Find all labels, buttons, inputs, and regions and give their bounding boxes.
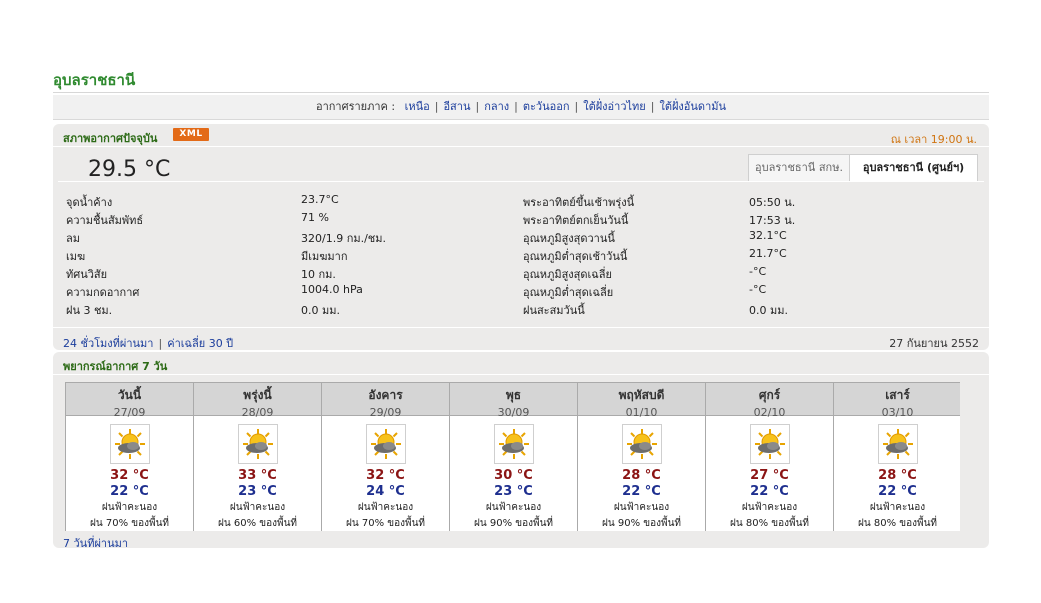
forecast-rain-chance: ฝน 80% ของพื้นที่ [729, 518, 810, 529]
current-weather-details: จุดน้ำค้าง 23.7°C พระอาทิตย์ขึ้นเช้าพรุ่… [66, 193, 966, 319]
forecast-header: พยากรณ์อากาศ 7 วัน [53, 352, 989, 375]
forecast-day-name: พฤหัสบดี [618, 388, 665, 402]
region-link-central[interactable]: กลาง [484, 100, 509, 113]
region-link-northeast[interactable]: อีสาน [443, 100, 470, 113]
forecast-day-date: 01/10 [625, 406, 658, 419]
forecast-low-temp: 22 °C [878, 484, 917, 499]
detail-row: ทัศนวิสัย 10 กม. อุณหภูมิสูงสุดเฉลี่ย -°… [66, 265, 767, 281]
forecast-low-temp: 24 °C [366, 484, 405, 499]
current-weather-panel: สภาพอากาศปัจจุบัน XML ณ เวลา 19:00 น. 29… [53, 124, 989, 350]
forecast-day-header: วันนี้ 27/09 [66, 383, 193, 419]
forecast-day-date: 28/09 [241, 406, 274, 419]
current-weather-title: สภาพอากาศปัจจุบัน [63, 132, 158, 145]
title-divider [53, 92, 989, 93]
forecast-condition: ฝนฟ้าคะนอง [229, 502, 286, 513]
observation-time: ณ เวลา 19:00 น. [890, 133, 977, 146]
forecast-high-temp: 28 °C [622, 468, 661, 483]
forecast-rain-chance: ฝน 60% ของพื้นที่ [217, 518, 298, 529]
forecast-day: พรุ่งนี้ 28/09 33 °C 23 °C ฝนฟ้าคะนองฝน 60% … [194, 383, 322, 531]
detail-row: ความชื้นสัมพัทธ์ 71 % พระอาทิตย์ตกเย็นวั… [66, 211, 796, 227]
region-nav-label: อากาศรายภาค : [315, 100, 396, 113]
sun-cloud-storm-icon [237, 424, 278, 464]
forecast-day-header: พรุ่งนี้ 28/09 [194, 383, 321, 419]
forecast-rain-chance: ฝน 90% ของพื้นที่ [473, 518, 554, 529]
forecast-low-temp: 23 °C [494, 484, 533, 499]
forecast-day-header: พุธ 30/09 [450, 383, 577, 419]
forecast-high-temp: 27 °C [750, 468, 789, 483]
sun-cloud-storm-icon [493, 424, 534, 464]
forecast-condition: ฝนฟ้าคะนอง [741, 502, 798, 513]
forecast-condition: ฝนฟ้าคะนอง [357, 502, 414, 513]
forecast-day-header: อังคาร 29/09 [322, 383, 449, 419]
xml-feed-button[interactable]: XML [173, 128, 209, 141]
forecast-table: วันนี้ 27/09 32 °C 22 °C ฝนฟ้าคะนอง ฝน 70% ขอ… [65, 382, 960, 531]
detail-row: จุดน้ำค้าง 23.7°C พระอาทิตย์ขึ้นเช้าพรุ่… [66, 193, 796, 209]
forecast-high-temp: 32 °C [110, 468, 149, 483]
region-link-east[interactable]: ตะวันออก [523, 100, 570, 113]
forecast-day-date: 02/10 [753, 406, 786, 419]
forecast-day-name: ศุกร์ [758, 388, 781, 402]
sun-cloud-storm-icon [877, 424, 918, 464]
forecast-low-temp: 23 °C [238, 484, 277, 499]
link-past-7-days[interactable]: 7 วันที่ผ่านมา [63, 537, 128, 550]
forecast-day-name: พุธ [505, 388, 522, 402]
detail-row: ความกดอากาศ 1004.0 hPa อุณหภูมิต่ำสุดเฉล… [66, 283, 767, 299]
forecast-day-header: เสาร์ 03/10 [834, 383, 960, 419]
detail-row: ฝน 3 ชม. 0.0 มม. ฝนสะสมวันนี้ 0.0 มม. [66, 304, 788, 317]
current-date: 27 กันยายน 2552 [889, 337, 979, 350]
forecast-day-date: 03/10 [881, 406, 914, 419]
forecast-high-temp: 28 °C [878, 468, 917, 483]
forecast-low-temp: 22 °C [750, 484, 789, 499]
forecast-day: พฤหัสบดี 01/10 28 °C 22 °C ฝนฟ้าคะนองฝน 90% … [578, 383, 706, 531]
current-weather-footer: 24 ชั่วโมงที่ผ่านมา | ค่าเฉลี่ย 30 ปี 27 ก… [53, 327, 989, 351]
forecast-low-temp: 22 °C [110, 484, 149, 499]
forecast-day-name: วันนี้ [117, 388, 142, 402]
detail-row: เมฆ มีเมฆมาก อุณหภูมิต่ำสุดเช้าวันนี้ 21… [66, 247, 787, 263]
forecast-condition: ฝนฟ้าคะนอง [869, 502, 926, 513]
forecast-day: วันนี้ 27/09 32 °C 22 °C ฝนฟ้าคะนองฝน 70% ขอ… [66, 383, 194, 531]
forecast-low-temp: 22 °C [622, 484, 661, 499]
link-30-year-average[interactable]: ค่าเฉลี่ย 30 ปี [167, 337, 233, 350]
forecast-day-date: 30/09 [497, 406, 530, 419]
forecast-rain-chance: ฝน 90% ของพื้นที่ [601, 518, 682, 529]
region-link-south-andaman[interactable]: ใต้ฝั่งอันดามัน [659, 100, 726, 113]
weather-page: อุบลราชธานี อากาศรายภาค : เหนือ | อีสาน | กล… [48, 48, 992, 553]
current-weather-header: สภาพอากาศปัจจุบัน XML ณ เวลา 19:00 น. [53, 124, 989, 147]
sun-cloud-storm-icon [109, 424, 150, 464]
current-temperature: 29.5 °C [88, 157, 171, 182]
forecast-rain-chance: ฝน 80% ของพื้นที่ [857, 518, 938, 529]
sun-cloud-storm-icon [749, 424, 790, 464]
forecast-day: เสาร์ 03/10 28 °C 22 °C ฝนฟ้าคะนองฝน 80% ของ… [834, 383, 960, 531]
forecast-condition: ฝนฟ้าคะนอง [613, 502, 670, 513]
forecast-panel: พยากรณ์อากาศ 7 วัน วันนี้ 27/09 32 °C 22 °C… [53, 352, 989, 550]
forecast-day: อังคาร 29/09 32 °C 24 °C ฝนฟ้าคะนองฝน 70% ขอ… [322, 383, 450, 531]
detail-row: ลม 320/1.9 กม./ชม. อุณหภูมิสูงสุดวานนี้ … [66, 229, 787, 245]
region-link-south-gulf[interactable]: ใต้ฝั่งอ่าวไทย [583, 100, 646, 113]
forecast-day-name: เสาร์ [885, 388, 910, 402]
forecast-condition: ฝนฟ้าคะนอง [485, 502, 542, 513]
region-link-north[interactable]: เหนือ [405, 100, 430, 113]
link-last-24-hours[interactable]: 24 ชั่วโมงที่ผ่านมา [63, 337, 154, 350]
forecast-rain-chance: ฝน 70% ของพื้นที่ [89, 518, 170, 529]
forecast-title: พยากรณ์อากาศ 7 วัน [63, 360, 168, 373]
forecast-rain-chance: ฝน 70% ของพื้นที่ [345, 518, 426, 529]
forecast-high-temp: 33 °C [238, 468, 277, 483]
sun-cloud-storm-icon [365, 424, 406, 464]
forecast-day-header: ศุกร์ 02/10 [706, 383, 833, 419]
page-title: อุบลราชธานี [53, 71, 136, 89]
forecast-high-temp: 30 °C [494, 468, 533, 483]
forecast-condition: ฝนฟ้าคะนอง [101, 502, 158, 513]
forecast-day: พุธ 30/09 30 °C 23 °C ฝนฟ้าคะนองฝน 90% ของพื… [450, 383, 578, 531]
forecast-day-date: 29/09 [369, 406, 402, 419]
forecast-day-name: พรุ่งนี้ [243, 388, 272, 402]
forecast-high-temp: 32 °C [366, 468, 405, 483]
forecast-day-header: พฤหัสบดี 01/10 [578, 383, 705, 419]
forecast-day: ศุกร์ 02/10 27 °C 22 °C ฝนฟ้าคะนองฝน 80% ของ… [706, 383, 834, 531]
tab-station-center[interactable]: อุบลราชธานี (ศูนย์ฯ) [849, 154, 978, 181]
region-nav: อากาศรายภาค : เหนือ | อีสาน | กลาง | ตะวันออก |… [53, 95, 989, 120]
forecast-day-date: 27/09 [113, 406, 146, 419]
sun-cloud-storm-icon [621, 424, 662, 464]
forecast-day-name: อังคาร [368, 388, 403, 402]
tab-station-agromet[interactable]: อุบลราชธานี สกษ. [748, 154, 850, 181]
